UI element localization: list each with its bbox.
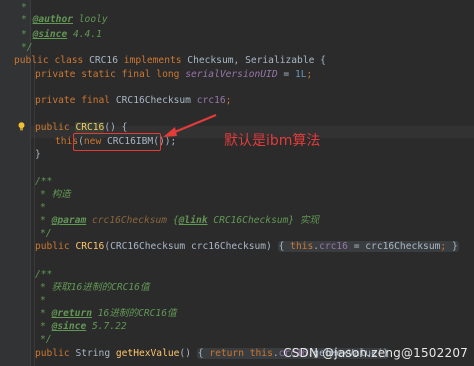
- doc-tag: @param: [51, 215, 87, 226]
- field: crc16: [196, 95, 226, 106]
- code-text: ;: [440, 241, 452, 252]
- doc-comment: *: [21, 2, 27, 13]
- doc-tag: @author: [32, 14, 73, 25]
- code-line: *: [40, 202, 46, 214]
- code-text: (): [179, 348, 197, 359]
- class-name: CRC16: [83, 55, 124, 66]
- doc-comment: */: [40, 228, 52, 239]
- code-text: ;: [225, 95, 232, 106]
- doc-star: *: [21, 14, 33, 25]
- code-text: = crc16Checksum: [347, 241, 441, 252]
- doc-text: 获取16进制的CRC16值: [51, 282, 150, 293]
- code-line: */: [40, 334, 52, 346]
- red-arrow-icon: [163, 113, 217, 137]
- doc-star: *: [40, 215, 52, 226]
- doc-param-name: crc16Checksum: [86, 215, 173, 226]
- doc-comment: */: [21, 42, 33, 53]
- code-text: {: [278, 241, 291, 252]
- code-line: }: [35, 149, 41, 161]
- doc-comment: /**: [35, 176, 53, 187]
- code-line: *: [21, 2, 27, 14]
- code-line: public CRC16(CRC16Checksum crc16Checksum…: [35, 241, 459, 253]
- code-line: * @since 4.4.1: [21, 29, 102, 41]
- keyword: public: [35, 122, 76, 133]
- keyword: this: [290, 241, 314, 252]
- code-line: * @param crc16Checksum {@link CRC16Check…: [40, 215, 319, 227]
- keyword: private final: [35, 95, 116, 106]
- code-text: }: [35, 149, 41, 160]
- code-line: /**: [35, 269, 52, 281]
- watermark-text: CSDN @jason.zeng@1502207: [283, 346, 468, 360]
- code-line: private static final long serialVersionU…: [35, 69, 312, 81]
- code-text: ;: [306, 69, 313, 80]
- keyword: return: [209, 348, 250, 359]
- code-line: * @author looly: [21, 14, 108, 26]
- doc-tag: @since: [51, 321, 87, 332]
- code-line: public class CRC16 implements Checksum, …: [14, 55, 326, 67]
- code-line: * @return 16进制的CRC16值: [40, 308, 177, 320]
- folded-body[interactable]: { this.crc16 = crc16Checksum; }: [277, 241, 459, 252]
- keyword: implements: [123, 55, 182, 66]
- doc-star: *: [40, 282, 52, 293]
- code-line: * 构造: [40, 189, 71, 201]
- code-text: {: [121, 122, 128, 133]
- doc-star: *: [40, 321, 52, 332]
- doc-link-target[interactable]: CRC16Checksum: [208, 215, 288, 226]
- type-name: CRC16Checksum: [115, 95, 197, 106]
- doc-star: *: [21, 29, 33, 40]
- keyword: private static final long: [35, 69, 186, 80]
- field: crc16: [319, 241, 348, 252]
- keyword: public: [35, 241, 76, 252]
- keyword: public: [35, 348, 76, 359]
- doc-star: *: [40, 189, 52, 200]
- lightbulb-icon[interactable]: [18, 122, 25, 131]
- doc-star: *: [40, 295, 46, 306]
- doc-value: looly: [73, 14, 108, 25]
- doc-value: 4.4.1: [67, 29, 102, 40]
- doc-comment: */: [40, 334, 52, 345]
- doc-star: *: [40, 308, 52, 319]
- doc-star: *: [40, 202, 46, 213]
- code-text: Checksum, Serializable {: [181, 55, 326, 66]
- doc-value: 5.7.22: [86, 321, 127, 332]
- doc-link-tag: @link: [178, 215, 208, 226]
- code-line: * @since 5.7.22: [40, 321, 127, 333]
- code-line: private final CRC16Checksum crc16;: [35, 95, 231, 107]
- doc-text: 16进制的CRC16值: [92, 308, 177, 319]
- method-name: CRC16: [75, 241, 105, 252]
- keyword: this: [249, 348, 273, 359]
- number-literal: 1L: [294, 69, 307, 80]
- method-name: getHexValue: [115, 348, 180, 359]
- code-text: {: [197, 348, 210, 359]
- type-name: String: [75, 348, 116, 359]
- annotation-label: 默认是ibm算法: [224, 133, 321, 149]
- doc-tag: @return: [51, 308, 92, 319]
- code-text: =: [277, 69, 295, 80]
- code-line: /**: [35, 176, 52, 188]
- code-line: * 获取16进制的CRC16值: [40, 282, 150, 294]
- code-text: (CRC16Checksum crc16Checksum): [104, 241, 278, 252]
- doc-tag: @since: [32, 29, 68, 40]
- field: serialVersionUID: [185, 69, 278, 80]
- keyword: public: [14, 55, 49, 66]
- doc-text: 构造: [51, 189, 71, 200]
- highlight-box: [73, 133, 161, 151]
- code-line: *: [40, 295, 46, 307]
- code-text: (): [104, 122, 122, 133]
- doc-comment: /**: [35, 269, 53, 280]
- doc-text: 实现: [294, 215, 320, 226]
- code-line: */: [40, 228, 52, 240]
- code-text: }: [451, 241, 458, 252]
- method-name: CRC16: [75, 122, 105, 133]
- keyword: class: [54, 55, 84, 66]
- code-line: */: [21, 42, 33, 54]
